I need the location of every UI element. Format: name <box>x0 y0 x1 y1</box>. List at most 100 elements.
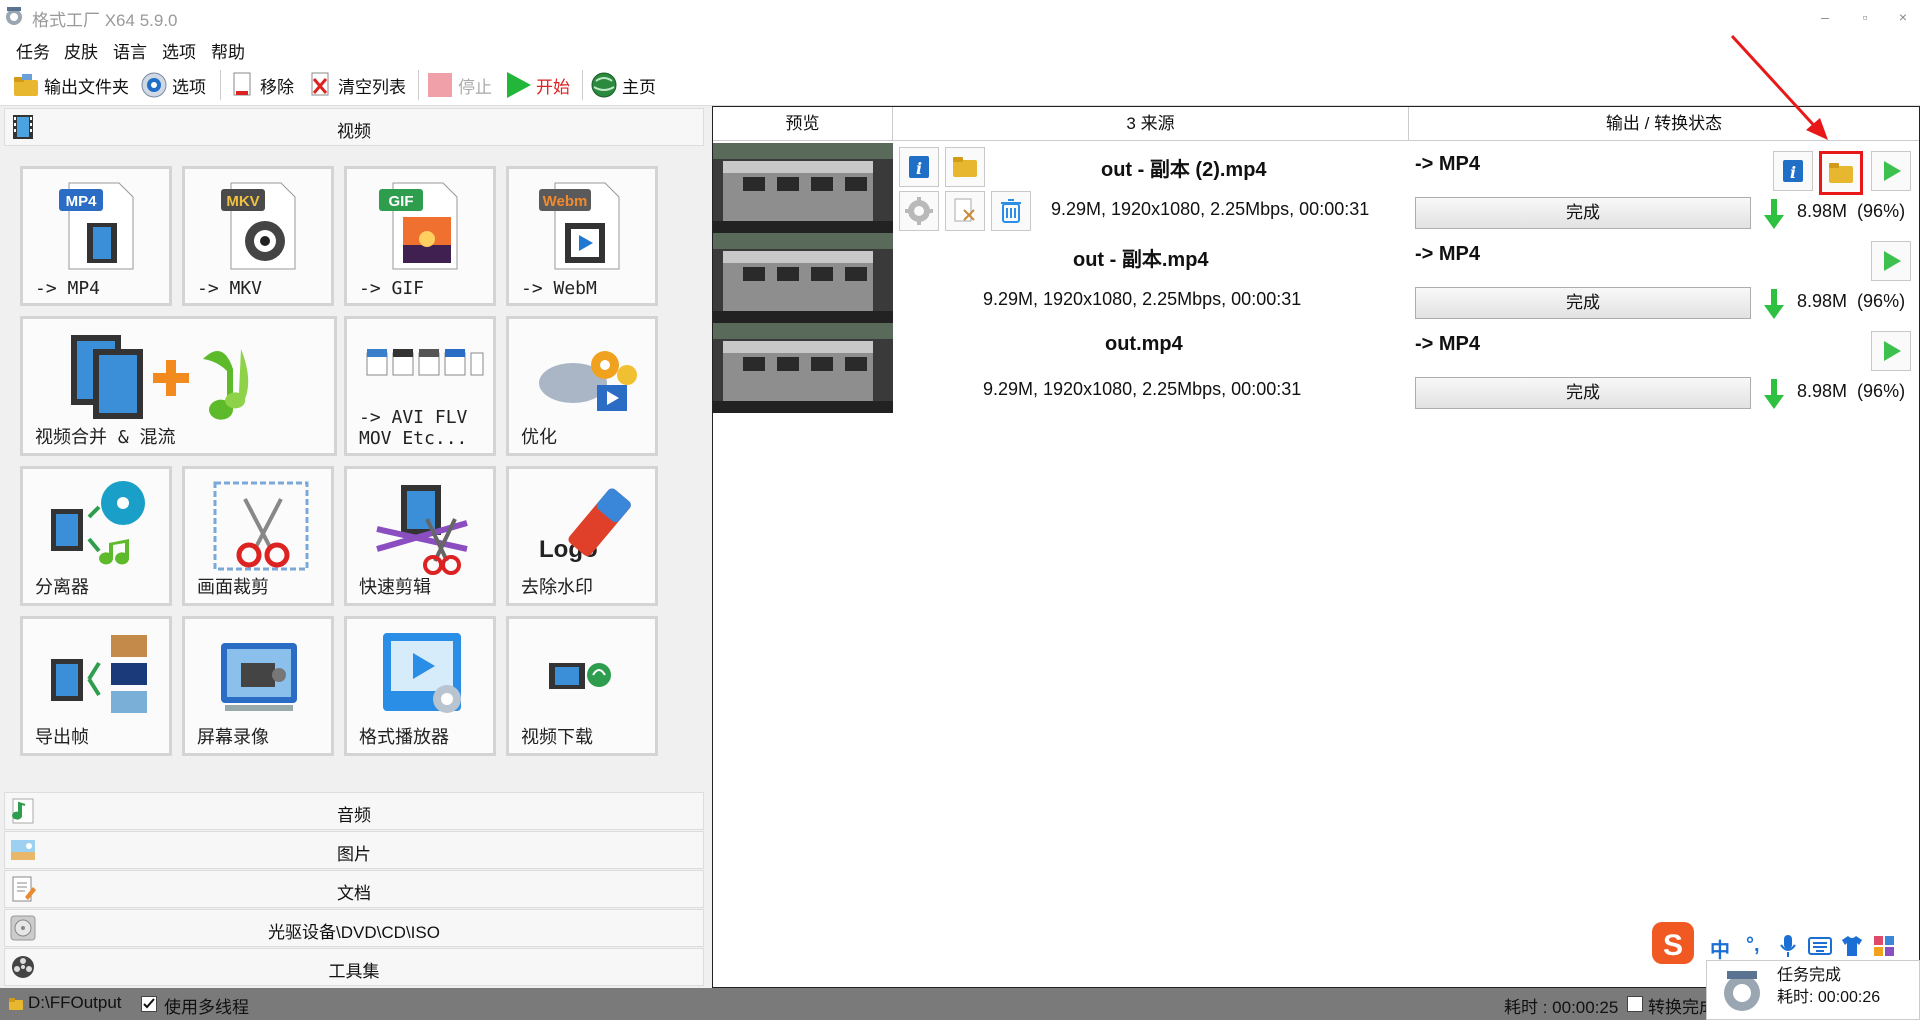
start-label: 开始 <box>536 77 570 97</box>
tile-export-frames-label: 导出帧 <box>35 727 89 748</box>
clear-list-icon <box>306 71 334 99</box>
tile-video-download[interactable]: 视频下载 <box>506 616 658 756</box>
row-target-format: -> MP4 <box>1415 153 1481 175</box>
tile-to-avi-flv-mov[interactable]: -> AVI FLV MOV Etc... <box>344 316 496 456</box>
column-preview[interactable]: 预览 <box>713 107 893 141</box>
play-icon <box>1884 161 1901 181</box>
column-output-status[interactable]: 输出 / 转换状态 <box>1409 107 1919 141</box>
svg-text:i: i <box>916 159 922 178</box>
row-output-info-button[interactable]: i <box>1773 151 1813 191</box>
webm-badge: Webm <box>543 193 588 210</box>
merge-film-music-icon <box>23 329 334 429</box>
section-video[interactable]: 视频 <box>4 108 704 146</box>
tile-screen-record[interactable]: 屏幕录像 <box>182 616 334 756</box>
folder-icon <box>1829 163 1853 183</box>
tile-to-gif[interactable]: GIF -> GIF <box>344 166 496 306</box>
task-row[interactable]: out - 副本.mp4 9.29M, 1920x1080, 2.25Mbps,… <box>713 233 1919 323</box>
tile-quick-clip[interactable]: 快速剪辑 <box>344 466 496 606</box>
output-path[interactable]: D:\FFOutput <box>28 993 122 1013</box>
tile-quick-clip-label: 快速剪辑 <box>359 577 431 598</box>
tile-export-frames[interactable]: 导出帧 <box>20 616 172 756</box>
row-open-source-folder-button[interactable] <box>945 147 985 187</box>
tile-to-mkv-label: -> MKV <box>197 278 263 299</box>
keyboard-icon[interactable] <box>1808 936 1832 956</box>
section-image[interactable]: 图片 <box>4 831 704 869</box>
clip-edit-icon <box>954 198 975 222</box>
output-folder-button[interactable]: 输出文件夹 <box>12 68 129 102</box>
row-open-output-folder-button[interactable] <box>1819 151 1863 195</box>
after-done-checkbox[interactable] <box>1627 996 1643 1012</box>
row-output-size: 8.98M (96%) <box>1797 201 1905 222</box>
section-video-label: 视频 <box>337 122 371 141</box>
menu-skin[interactable]: 皮肤 <box>64 38 98 63</box>
clear-list-button[interactable]: 清空列表 <box>306 68 406 102</box>
column-source[interactable]: 3 来源 <box>893 107 1409 141</box>
home-label: 主页 <box>622 77 656 97</box>
row-clip-button[interactable] <box>945 191 985 231</box>
sogou-logo-icon: S <box>1652 922 1694 964</box>
tile-optimize[interactable]: 优化 <box>506 316 658 456</box>
globe-icon <box>590 71 618 99</box>
section-audio[interactable]: 音频 <box>4 792 704 830</box>
row-play-button[interactable] <box>1871 331 1911 371</box>
tile-to-mp4[interactable]: MP4 -> MP4 <box>20 166 172 306</box>
row-info-button[interactable]: i <box>899 147 939 187</box>
skin-shirt-icon[interactable] <box>1840 934 1864 958</box>
row-filename: out - 副本 (2).mp4 <box>1101 159 1267 181</box>
quick-clip-icon <box>347 479 493 579</box>
menu-options[interactable]: 选项 <box>162 38 196 63</box>
remove-button[interactable]: 移除 <box>228 68 294 102</box>
stop-icon <box>426 71 454 99</box>
svg-text:S: S <box>1663 929 1683 962</box>
row-status-bar: 完成 <box>1415 377 1751 409</box>
task-row[interactable]: out.mp4 9.29M, 1920x1080, 2.25Mbps, 00:0… <box>713 323 1919 413</box>
tile-to-webm[interactable]: Webm -> WebM <box>506 166 658 306</box>
ime-chinese-mode[interactable]: 中 <box>1710 934 1730 963</box>
task-complete-notification[interactable]: 任务完成 耗时: 00:00:26 <box>1706 960 1920 1020</box>
section-disc[interactable]: 光驱设备\DVD\CD\ISO <box>4 909 704 947</box>
mp4-badge: MP4 <box>66 193 98 210</box>
row-play-button[interactable] <box>1871 241 1911 281</box>
notification-title: 任务完成 <box>1777 967 1842 984</box>
crop-scissors-icon <box>185 479 331 579</box>
home-button[interactable]: 主页 <box>590 68 656 102</box>
output-size-value: 8.98M <box>1797 291 1848 311</box>
tile-crop[interactable]: 画面裁剪 <box>182 466 334 606</box>
down-arrow-icon <box>1764 379 1784 409</box>
tile-splitter[interactable]: 分离器 <box>20 466 172 606</box>
tile-format-player[interactable]: 格式播放器 <box>344 616 496 756</box>
row-settings-button[interactable] <box>899 191 939 231</box>
row-filename: out - 副本.mp4 <box>1073 249 1209 271</box>
tile-to-mkv[interactable]: MKV -> MKV <box>182 166 334 306</box>
output-folder-label: 输出文件夹 <box>44 77 129 97</box>
ime-punctuation[interactable]: °, <box>1746 934 1760 957</box>
toolbox-grid-icon[interactable] <box>1872 934 1896 958</box>
menu-language[interactable]: 语言 <box>113 38 147 63</box>
video-download-icon <box>509 629 655 729</box>
compression-ratio: (96%) <box>1857 381 1906 401</box>
row-target-format: -> MP4 <box>1415 333 1481 355</box>
title-bar: 格式工厂 X64 5.9.0 – ▫ × <box>0 0 1920 34</box>
tile-video-merge[interactable]: 视频合并 & 混流 <box>20 316 337 456</box>
close-button[interactable]: × <box>1880 4 1920 30</box>
tile-remove-watermark[interactable]: Logo 去除水印 <box>506 466 658 606</box>
stop-button[interactable]: 停止 <box>426 68 492 102</box>
stop-label: 停止 <box>458 77 492 97</box>
row-play-button[interactable] <box>1871 151 1911 191</box>
tile-video-merge-label: 视频合并 & 混流 <box>35 427 176 448</box>
microphone-icon[interactable] <box>1778 934 1798 958</box>
multithread-checkbox[interactable] <box>141 996 157 1012</box>
menu-task[interactable]: 任务 <box>16 38 50 63</box>
tile-to-avi-flv-mov-label: -> AVI FLV MOV Etc... <box>359 407 468 449</box>
gear-icon <box>905 197 933 225</box>
start-button[interactable]: 开始 <box>504 68 570 102</box>
section-document[interactable]: 文档 <box>4 870 704 908</box>
menu-help[interactable]: 帮助 <box>211 38 245 63</box>
task-row[interactable]: i out - 副本 (2).mp4 9.29M, 1920x1080, 2.2… <box>713 143 1919 233</box>
tile-video-download-label: 视频下载 <box>521 727 593 748</box>
section-tools[interactable]: 工具集 <box>4 948 704 986</box>
mkv-badge: MKV <box>226 193 259 210</box>
row-delete-button[interactable] <box>991 191 1031 231</box>
options-button[interactable]: 选项 <box>140 68 206 102</box>
row-status-bar: 完成 <box>1415 197 1751 229</box>
